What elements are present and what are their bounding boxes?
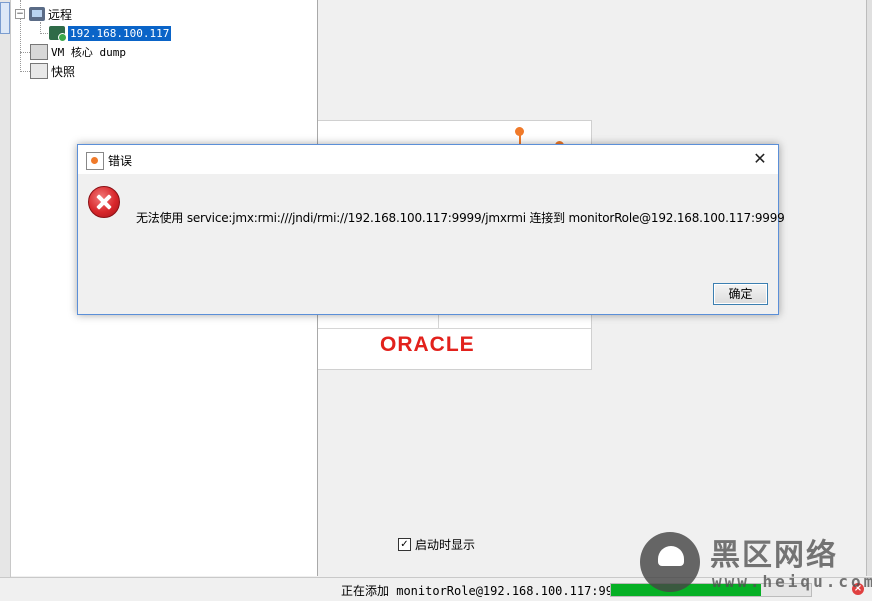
tree-node-label: 快照 [51,64,76,79]
checkbox-label: 启动时显示 [415,538,476,552]
vertical-scrollbar[interactable] [866,0,872,576]
decorative-graphic [515,127,524,136]
watermark-title: 黑区网络 [710,538,838,573]
vm-dump-icon [30,44,48,60]
tree-connector-line [20,52,30,53]
dialog-titlebar[interactable]: 错误 ✕ [78,145,778,174]
remote-hosts-icon [29,7,45,21]
watermark-url: www.heiqu.com [712,572,872,591]
visualvm-app-icon [86,152,104,170]
snapshot-icon [30,63,48,79]
tree-node-label: VM 核心 dump [51,46,126,59]
close-icon[interactable]: ✕ [750,149,770,169]
left-toolbar-strip [0,0,11,578]
error-x-icon [88,186,120,218]
show-on-startup-checkbox[interactable]: ✓ 启动时显示 [398,536,475,553]
tree-node-snapshots[interactable]: 快照 [30,62,75,80]
toolbar-toggle-button[interactable] [0,2,10,34]
tree-node-label-selected: 192.168.100.117 [68,25,172,41]
tree-node-host[interactable]: 192.168.100.117 [49,24,172,42]
tree-node-remote[interactable]: − 远程 [15,5,72,23]
tree-connector-line [20,71,30,72]
watermark-logo-icon [640,532,700,592]
error-dialog: 错误 ✕ 无法使用 service:jmx:rmi:///jndi/rmi://… [77,144,785,315]
dialog-title: 错误 [108,154,133,168]
collapse-icon[interactable]: − [15,9,25,19]
tree-node-label: 远程 [48,7,73,22]
oracle-logo[interactable]: ORACLE [380,333,494,361]
host-connected-icon [49,26,67,42]
watermark: 黑区网络 www.heiqu.com [640,528,872,594]
tree-node-vm-dump[interactable]: VM 核心 dump [30,43,126,61]
checkbox-checked-icon[interactable]: ✓ [398,538,411,551]
card-divider [318,328,591,329]
error-message: 无法使用 service:jmx:rmi:///jndi/rmi://192.1… [136,211,785,225]
ok-button[interactable]: 确定 [713,283,768,305]
status-message: 正在添加 monitorRole@192.168.100.117:9999... [341,584,650,598]
